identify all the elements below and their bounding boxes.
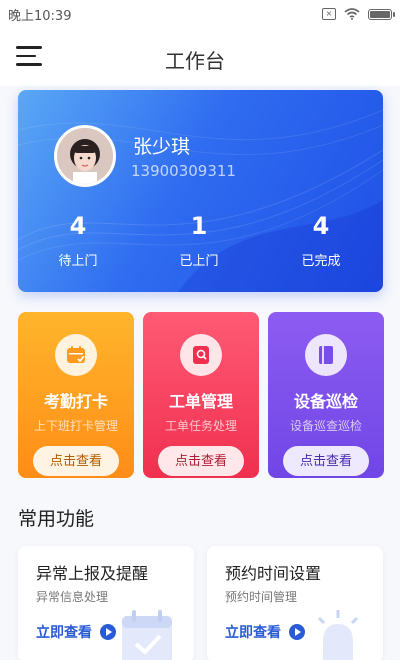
feature-card-attendance[interactable]: 考勤打卡 上下班打卡管理 点击查看 bbox=[18, 312, 134, 478]
function-title: 异常上报及提醒 bbox=[36, 564, 149, 583]
section-title: 常用功能 bbox=[18, 508, 95, 530]
user-name: 张少琪 bbox=[133, 136, 191, 158]
feature-title: 工单管理 bbox=[168, 392, 233, 411]
stat-label: 已完成 bbox=[301, 254, 341, 269]
link-label: 立即查看 bbox=[36, 625, 92, 641]
stat-value: 1 bbox=[190, 212, 208, 240]
top-bar: 工作台 bbox=[0, 28, 400, 86]
view-appointment-link[interactable]: 立即查看 bbox=[225, 622, 305, 642]
link-label: 立即查看 bbox=[225, 625, 281, 641]
view-exception-link[interactable]: 立即查看 bbox=[36, 622, 116, 642]
avatar-image bbox=[57, 128, 113, 184]
battery-icon bbox=[368, 8, 395, 20]
function-card-exception[interactable]: 异常上报及提醒 异常信息处理 立即查看 bbox=[18, 546, 194, 660]
feature-subtitle: 上下班打卡管理 bbox=[33, 419, 118, 433]
view-inspection-button[interactable]: 点击查看 bbox=[283, 446, 369, 476]
status-icons: × bbox=[322, 8, 395, 20]
sim-icon: × bbox=[322, 8, 336, 20]
avatar[interactable] bbox=[54, 125, 116, 187]
status-bar: 晚上10:39 × bbox=[0, 0, 400, 28]
feature-subtitle: 工单任务处理 bbox=[164, 419, 237, 433]
page-title: 工作台 bbox=[165, 49, 225, 73]
stat-label: 待上门 bbox=[58, 254, 98, 269]
view-workorder-button[interactable]: 点击查看 bbox=[158, 446, 244, 476]
calendar-illustration-icon bbox=[122, 610, 172, 660]
book-icon bbox=[305, 334, 347, 376]
function-card-appointment[interactable]: 预约时间设置 预约时间管理 立即查看 bbox=[207, 546, 383, 660]
wifi-icon bbox=[344, 8, 360, 20]
status-time: 晚上10:39 bbox=[8, 8, 72, 24]
feature-title: 设备巡检 bbox=[293, 392, 358, 411]
feature-subtitle: 设备巡查巡检 bbox=[289, 419, 362, 433]
function-subtitle: 预约时间管理 bbox=[225, 590, 298, 604]
document-search-icon bbox=[180, 334, 222, 376]
function-title: 预约时间设置 bbox=[225, 564, 322, 583]
stat-value: 4 bbox=[69, 212, 87, 240]
stat-completed[interactable]: 4 已完成 bbox=[261, 212, 381, 269]
calendar-check-icon bbox=[55, 334, 97, 376]
bell-illustration-icon bbox=[317, 610, 359, 660]
stat-visited[interactable]: 1 已上门 bbox=[139, 212, 259, 269]
feature-card-inspection[interactable]: 设备巡检 设备巡查巡检 点击查看 bbox=[268, 312, 384, 478]
feature-title: 考勤打卡 bbox=[43, 392, 108, 411]
function-subtitle: 异常信息处理 bbox=[36, 590, 109, 604]
stat-value: 4 bbox=[312, 212, 330, 240]
feature-card-workorder[interactable]: 工单管理 工单任务处理 点击查看 bbox=[143, 312, 259, 478]
profile-card: 张少琪 13900309311 4 待上门 1 已上门 4 已完成 bbox=[18, 90, 383, 292]
stat-pending[interactable]: 4 待上门 bbox=[18, 212, 138, 269]
view-attendance-button[interactable]: 点击查看 bbox=[33, 446, 119, 476]
user-phone: 13900309311 bbox=[131, 162, 236, 180]
stat-label: 已上门 bbox=[179, 254, 219, 269]
